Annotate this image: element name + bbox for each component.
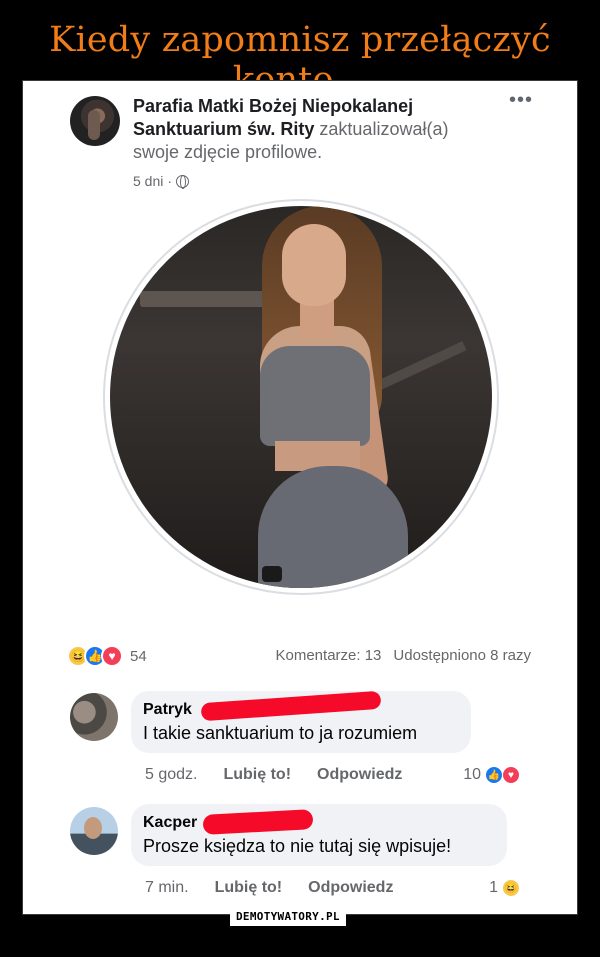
comment-bubble: Patryk I takie sanktuarium to ja rozumie… — [131, 690, 471, 753]
facebook-post-card: Parafia Matki Bożej Niepokalanej Sanktua… — [22, 80, 578, 915]
comment-text: I takie sanktuarium to ja rozumiem — [143, 723, 418, 743]
commenter-avatar[interactable] — [70, 807, 118, 855]
reactions-summary[interactable]: 😆 👍 ♥ 54 — [67, 645, 147, 667]
comment-bubble: Kacper Prosze księdza to nie tutaj się w… — [131, 804, 507, 866]
comment-reactions-count: 10 — [463, 766, 481, 783]
redaction-mark — [202, 809, 314, 835]
engagement-stats: Komentarze: 13 Udostępniono 8 razy — [276, 647, 532, 664]
commenter-name[interactable]: Patryk — [143, 690, 459, 722]
post-time[interactable]: 5 dni — [133, 173, 163, 189]
comment-reply-button[interactable]: Odpowiedz — [308, 879, 393, 897]
comment-reply-button[interactable]: Odpowiedz — [317, 766, 402, 784]
comment-reactions-count: 1 — [489, 879, 498, 896]
commenter-avatar[interactable] — [70, 693, 118, 741]
comment-like-button[interactable]: Lubię to! — [223, 766, 291, 784]
more-options-icon[interactable]: ••• — [509, 89, 533, 112]
post-header: Parafia Matki Bożej Niepokalanej Sanktua… — [133, 95, 493, 164]
globe-icon — [176, 174, 190, 189]
love-icon: ♥ — [101, 645, 123, 667]
page-avatar[interactable] — [70, 96, 120, 146]
comment-text: Prosze księdza to nie tutaj się wpisuje! — [143, 836, 452, 856]
shares-count-link[interactable]: Udostępniono 8 razy — [393, 647, 531, 664]
comment-like-button[interactable]: Lubię to! — [215, 879, 283, 897]
haha-icon: 😆 — [502, 879, 520, 897]
site-watermark: DEMOTYWATORY.PL — [230, 907, 346, 926]
comment-reactions[interactable]: 10 👍 ♥ — [463, 766, 520, 784]
comment-actions: 7 min. Lubię to! Odpowiedz 1 😆 — [145, 879, 520, 897]
post-meta: 5 dni · — [133, 173, 190, 189]
comment-actions: 5 godz. Lubię to! Odpowiedz 10 👍 ♥ — [145, 766, 520, 784]
love-icon: ♥ — [502, 766, 520, 784]
comment-time[interactable]: 7 min. — [145, 879, 189, 897]
redaction-mark — [200, 690, 382, 722]
meta-separator: · — [167, 173, 173, 189]
comment-time[interactable]: 5 godz. — [145, 766, 197, 784]
reactions-count: 54 — [130, 647, 147, 665]
like-icon: 👍 — [485, 766, 503, 784]
commenter-name[interactable]: Kacper — [143, 809, 495, 835]
comment-reactions[interactable]: 1 😆 — [489, 879, 520, 897]
profile-photo[interactable] — [110, 206, 492, 588]
comments-count-link[interactable]: Komentarze: 13 — [276, 647, 382, 664]
